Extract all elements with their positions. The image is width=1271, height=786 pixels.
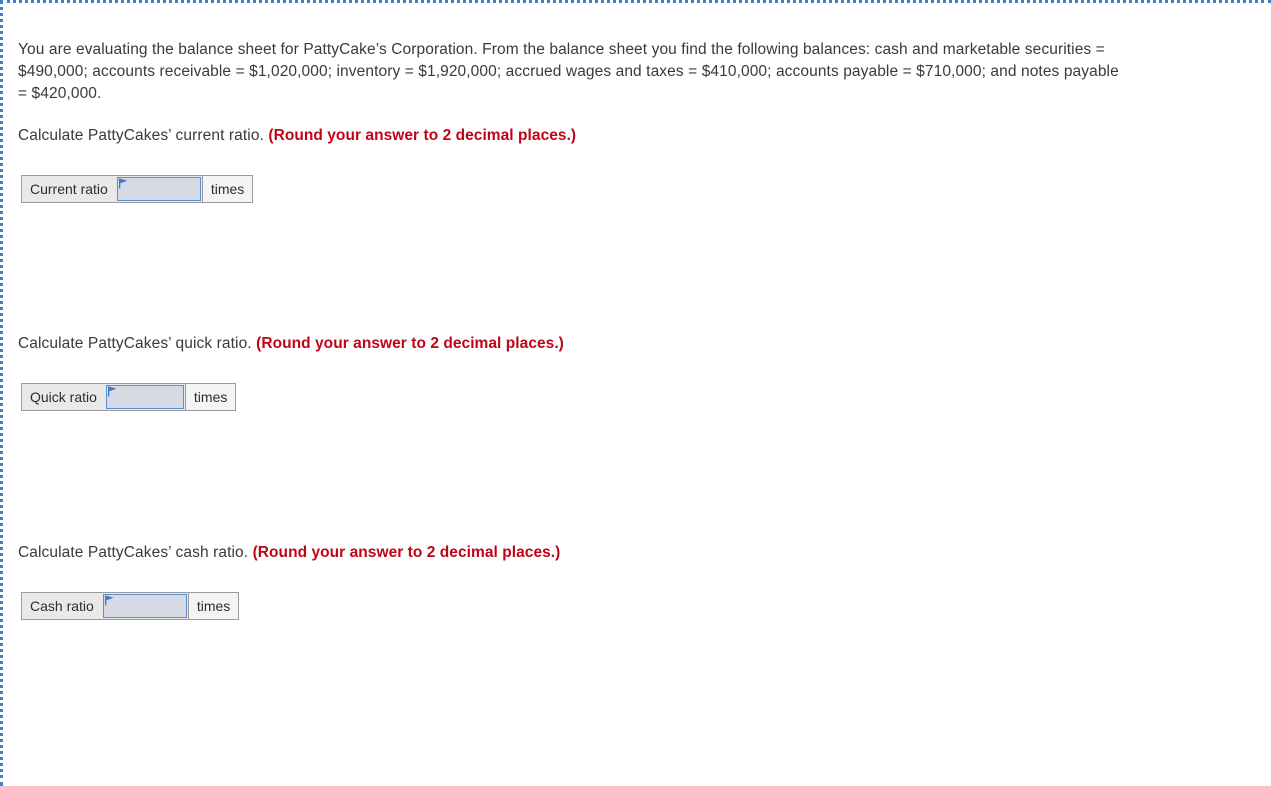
question-2-stem: Calculate PattyCakes’ quick ratio. xyxy=(18,335,257,352)
answer-label-quick-ratio: Quick ratio xyxy=(22,384,106,410)
question-frame: You are evaluating the balance sheet for… xyxy=(0,0,1271,786)
answer-label-current-ratio: Current ratio xyxy=(22,176,117,202)
answer-widget-cash-ratio: Cash ratio times xyxy=(21,592,240,620)
question-line: Calculate PattyCakes’ cash ratio. (Round… xyxy=(18,542,560,564)
answer-row-quick-ratio: Quick ratio times xyxy=(21,383,237,411)
question-3-text: Calculate PattyCakes’ cash ratio. (Round… xyxy=(18,542,560,564)
answer-widget-current-ratio: Current ratio times xyxy=(21,175,254,203)
answer-input-cell-cash-ratio xyxy=(102,593,188,619)
answer-input-cell-current-ratio xyxy=(116,176,202,202)
question-1-stem: Calculate PattyCakes’ current ratio. xyxy=(18,127,269,144)
answer-input-cash-ratio[interactable] xyxy=(102,594,187,618)
answer-unit-cash-ratio: times xyxy=(187,593,239,619)
answer-input-cell-quick-ratio xyxy=(105,384,185,410)
question-line: Calculate PattyCakes’ current ratio. (Ro… xyxy=(18,125,576,147)
question-1-round-note: (Round your answer to 2 decimal places.) xyxy=(268,127,577,144)
answer-row-current-ratio: Current ratio times xyxy=(21,175,254,203)
answer-unit-current-ratio: times xyxy=(201,176,253,202)
question-3-stem: Calculate PattyCakes’ cash ratio. xyxy=(18,544,253,561)
question-1-text: Calculate PattyCakes’ current ratio. (Ro… xyxy=(18,125,576,147)
question-2-text: Calculate PattyCakes’ quick ratio. (Roun… xyxy=(18,333,564,355)
answer-row-cash-ratio: Cash ratio times xyxy=(21,592,240,620)
prompt-block: You are evaluating the balance sheet for… xyxy=(18,39,1128,105)
prompt-paragraph: You are evaluating the balance sheet for… xyxy=(18,41,1119,102)
answer-unit-quick-ratio: times xyxy=(184,384,236,410)
answer-label-cash-ratio: Cash ratio xyxy=(22,593,103,619)
question-line: Calculate PattyCakes’ quick ratio. (Roun… xyxy=(18,333,564,355)
question-3-round-note: (Round your answer to 2 decimal places.) xyxy=(252,544,561,561)
question-2-round-note: (Round your answer to 2 decimal places.) xyxy=(256,335,564,352)
answer-input-current-ratio[interactable] xyxy=(116,177,201,201)
answer-widget-quick-ratio: Quick ratio times xyxy=(21,383,237,411)
answer-input-quick-ratio[interactable] xyxy=(105,385,184,409)
